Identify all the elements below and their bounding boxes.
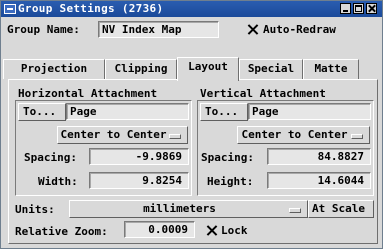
units-dropdown[interactable]: millimeters bbox=[69, 200, 308, 218]
vertical-to-button[interactable]: To... bbox=[200, 103, 248, 121]
group-name-label: Group Name: bbox=[7, 23, 80, 36]
vertical-to-field[interactable]: Page bbox=[248, 103, 371, 120]
horizontal-spacing-label: Spacing: bbox=[24, 151, 77, 164]
group-name-field[interactable]: NV Index Map bbox=[98, 21, 219, 38]
vertical-spacing-label: Spacing: bbox=[201, 151, 254, 164]
at-scale-button[interactable]: At Scale bbox=[308, 200, 374, 218]
horizontal-mode-dropdown[interactable]: Center to Center bbox=[57, 126, 188, 144]
units-label: Units: bbox=[15, 203, 55, 216]
auto-redraw-label: Auto-Redraw bbox=[263, 23, 336, 36]
relative-zoom-label: Relative Zoom: bbox=[15, 225, 108, 238]
horizontal-to-field[interactable]: Page bbox=[66, 103, 189, 120]
dropdown-indicator-icon bbox=[169, 134, 181, 139]
lock-checkbox[interactable] bbox=[206, 225, 217, 236]
vertical-mode-value: Center to Center bbox=[241, 128, 348, 141]
vertical-mode-dropdown[interactable]: Center to Center bbox=[237, 126, 370, 144]
vertical-attachment-heading: Vertical Attachment bbox=[200, 87, 326, 100]
horizontal-width-label: Width: bbox=[38, 175, 78, 188]
tab-projection-label: Projection bbox=[20, 62, 88, 75]
maximize-button[interactable] bbox=[353, 3, 364, 14]
minimize-button[interactable] bbox=[340, 3, 351, 14]
tab-clipping[interactable]: Clipping bbox=[105, 59, 177, 79]
title-bar[interactable]: Group Settings (2736) bbox=[1, 1, 382, 17]
vertical-height-label: Height: bbox=[207, 175, 254, 188]
tab-projection[interactable]: Projection bbox=[3, 59, 105, 79]
dropdown-indicator-icon bbox=[351, 134, 363, 139]
tab-clipping-label: Clipping bbox=[114, 62, 168, 75]
vertical-height-field[interactable]: 14.6044 bbox=[267, 172, 371, 189]
horizontal-spacing-field[interactable]: -9.9869 bbox=[89, 148, 189, 165]
horizontal-attachment-heading: Horizontal Attachment bbox=[18, 87, 158, 100]
tab-special-label: Special bbox=[247, 62, 295, 75]
relative-zoom-field[interactable]: 0.0009 bbox=[124, 221, 195, 238]
auto-redraw-checkbox[interactable] bbox=[247, 24, 258, 35]
lock-label: Lock bbox=[221, 224, 248, 237]
system-menu-icon[interactable] bbox=[4, 4, 16, 14]
units-value: millimeters bbox=[143, 202, 216, 215]
tab-matte[interactable]: Matte bbox=[303, 59, 359, 79]
horizontal-mode-value: Center to Center bbox=[60, 128, 167, 141]
vertical-spacing-field[interactable]: 84.8827 bbox=[267, 148, 371, 165]
horizontal-to-button[interactable]: To... bbox=[18, 103, 66, 121]
group-settings-window: Group Settings (2736) Group Name: NV Ind… bbox=[0, 0, 383, 249]
dropdown-indicator-icon bbox=[289, 208, 301, 213]
window-title: Group Settings (2736) bbox=[18, 2, 164, 15]
tab-layout[interactable]: Layout bbox=[177, 57, 239, 81]
horizontal-width-field[interactable]: 9.8254 bbox=[89, 172, 189, 189]
tab-special[interactable]: Special bbox=[239, 59, 303, 79]
close-button[interactable] bbox=[366, 3, 377, 14]
tab-matte-label: Matte bbox=[314, 62, 348, 75]
tab-layout-label: Layout bbox=[188, 60, 228, 73]
